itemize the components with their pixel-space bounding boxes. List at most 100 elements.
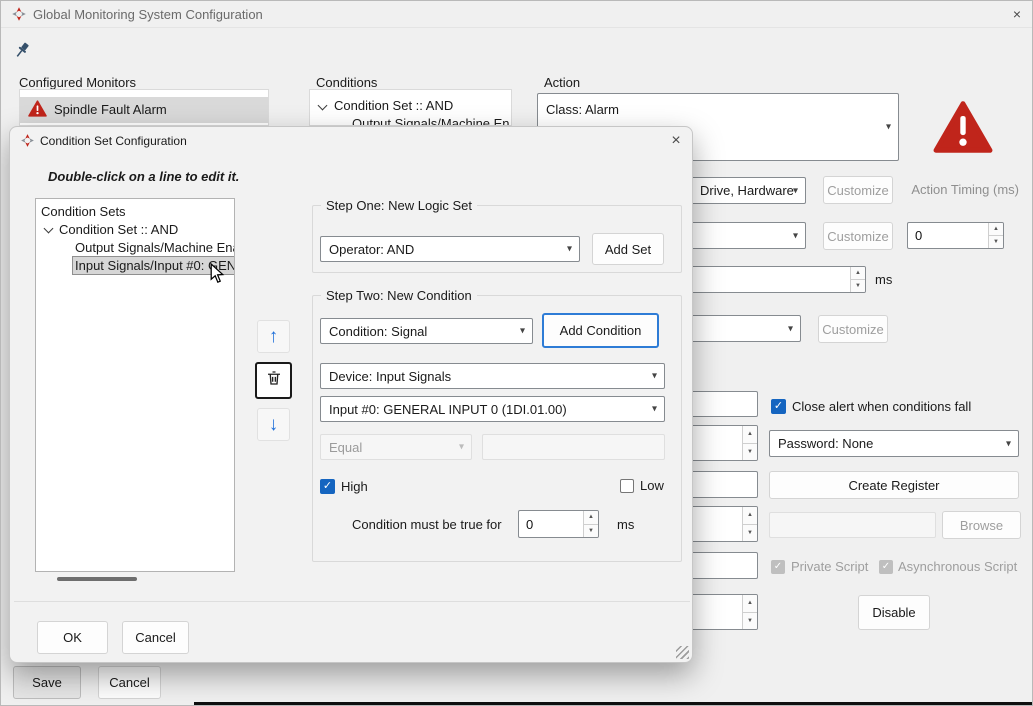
spinner-buttons[interactable]: ▲ ▼ bbox=[742, 507, 757, 541]
ms-label: ms bbox=[875, 272, 892, 287]
comparator-value: Equal bbox=[329, 440, 362, 455]
private-script-label: Private Script bbox=[791, 559, 868, 574]
spinner-value[interactable]: 0 bbox=[519, 511, 583, 537]
monitors-list: Spindle Fault Alarm bbox=[19, 89, 269, 126]
action-timing-spinner[interactable]: 0 ▲ ▼ bbox=[907, 222, 1004, 249]
spin-up-icon[interactable]: ▲ bbox=[743, 426, 757, 444]
dropdown-arrow-icon: ▾ bbox=[1006, 438, 1011, 449]
add-set-button[interactable]: Add Set bbox=[592, 233, 664, 265]
true-for-spinner[interactable]: 0 ▲ ▼ bbox=[518, 510, 599, 538]
condition-set-dialog: Condition Set Configuration × Double-cli… bbox=[9, 126, 693, 663]
dialog-cancel-button[interactable]: Cancel bbox=[122, 621, 189, 654]
spin-up-icon[interactable]: ▲ bbox=[851, 267, 865, 280]
dropdown-arrow-icon: ▾ bbox=[567, 244, 572, 255]
dropdown-arrow-icon: ▾ bbox=[652, 404, 657, 415]
main-window: Global Monitoring System Configuration ×… bbox=[0, 0, 1033, 706]
password-select[interactable]: Password: None ▾ bbox=[769, 430, 1019, 457]
device-value: Device: Input Signals bbox=[329, 369, 451, 384]
tree-root[interactable]: Condition Sets bbox=[41, 204, 126, 219]
dialog-titlebar: Condition Set Configuration × bbox=[10, 127, 693, 155]
condition-tree: Condition Sets Condition Set :: AND Outp… bbox=[35, 198, 235, 572]
main-cancel-button[interactable]: Cancel bbox=[98, 666, 161, 699]
script-path-field bbox=[769, 512, 936, 538]
cancel-label: Cancel bbox=[135, 630, 175, 645]
add-condition-button[interactable]: Add Condition bbox=[542, 313, 659, 348]
spin-down-icon[interactable]: ▼ bbox=[743, 525, 757, 542]
disable-button[interactable]: Disable bbox=[858, 595, 930, 630]
spin-down-icon[interactable]: ▼ bbox=[743, 613, 757, 630]
chevron-down-icon[interactable] bbox=[44, 224, 54, 234]
spinner-value[interactable]: 0 bbox=[908, 223, 988, 248]
down-arrow-icon: ↓ bbox=[269, 415, 279, 434]
spin-up-icon[interactable]: ▲ bbox=[584, 511, 598, 525]
dialog-title: Condition Set Configuration bbox=[40, 127, 187, 155]
window-title: Global Monitoring System Configuration bbox=[33, 1, 263, 28]
chevron-down-icon[interactable] bbox=[318, 101, 328, 111]
tree-item-condition-set[interactable]: Condition Set :: AND bbox=[334, 98, 453, 113]
async-script-checkbox bbox=[879, 560, 893, 574]
tree-condition-set[interactable]: Condition Set :: AND bbox=[59, 222, 178, 237]
comparator-value-field bbox=[482, 434, 665, 460]
move-up-button[interactable]: ↑ bbox=[257, 320, 290, 353]
create-register-button[interactable]: Create Register bbox=[769, 471, 1019, 499]
spinner-buttons[interactable]: ▲ ▼ bbox=[742, 426, 757, 460]
spin-down-icon[interactable]: ▼ bbox=[851, 280, 865, 292]
low-label: Low bbox=[640, 478, 664, 493]
customize-button-1: Customize bbox=[823, 176, 893, 204]
spinner-buttons[interactable]: ▲ ▼ bbox=[583, 511, 598, 537]
resize-grip[interactable] bbox=[676, 646, 689, 659]
dropdown-arrow-icon: ▾ bbox=[793, 230, 798, 241]
private-script-checkbox bbox=[771, 560, 785, 574]
condition-type-select[interactable]: Condition: Signal ▾ bbox=[320, 318, 533, 344]
pin-icon[interactable] bbox=[14, 41, 31, 65]
tree-item-output-signals[interactable]: Output Signals/Machine En bbox=[352, 116, 510, 126]
spin-down-icon[interactable]: ▼ bbox=[989, 236, 1003, 248]
move-down-button[interactable]: ↓ bbox=[257, 408, 290, 441]
delay-spinner[interactable]: ▲ ▼ bbox=[663, 266, 866, 293]
action-class-value: Class: Alarm bbox=[546, 102, 619, 117]
close-alert-label: Close alert when conditions fall bbox=[792, 399, 971, 414]
monitor-list-item[interactable]: Spindle Fault Alarm bbox=[20, 97, 269, 123]
operator-select[interactable]: Operator: AND ▾ bbox=[320, 236, 580, 262]
dropdown-arrow-icon: ▾ bbox=[788, 323, 793, 334]
ok-button[interactable]: OK bbox=[37, 621, 108, 654]
spin-down-icon[interactable]: ▼ bbox=[743, 444, 757, 461]
conditions-label: Conditions bbox=[316, 75, 377, 90]
create-register-label: Create Register bbox=[848, 478, 939, 493]
alarm-warning-icon bbox=[28, 100, 47, 122]
dialog-close-icon[interactable]: × bbox=[662, 127, 690, 155]
save-label: Save bbox=[32, 675, 62, 690]
customize-label: Customize bbox=[827, 183, 888, 198]
tree-hscrollbar-thumb[interactable] bbox=[57, 577, 137, 581]
device-select[interactable]: Device: Input Signals ▾ bbox=[320, 363, 665, 389]
input-signal-select[interactable]: Input #0: GENERAL INPUT 0 (1DI.01.00) ▾ bbox=[320, 396, 665, 422]
trash-icon bbox=[265, 369, 283, 392]
dialog-separator bbox=[14, 601, 690, 602]
comparator-select: Equal ▾ bbox=[320, 434, 472, 460]
save-button[interactable]: Save bbox=[13, 666, 81, 699]
tree-output-signals[interactable]: Output Signals/Machine Ena bbox=[75, 240, 235, 255]
configured-monitors-label: Configured Monitors bbox=[19, 75, 136, 90]
spinner-buttons[interactable]: ▲ ▼ bbox=[988, 223, 1003, 248]
spin-down-icon[interactable]: ▼ bbox=[584, 525, 598, 538]
dropdown-arrow-icon: ▾ bbox=[652, 371, 657, 382]
mouse-cursor bbox=[210, 263, 225, 289]
customize-button-2: Customize bbox=[823, 222, 893, 250]
password-select-value: Password: None bbox=[778, 436, 873, 451]
delete-button[interactable] bbox=[255, 362, 292, 399]
customize-label: Customize bbox=[827, 229, 888, 244]
condition-type-value: Condition: Signal bbox=[329, 324, 427, 339]
up-arrow-icon: ↑ bbox=[269, 327, 279, 346]
spinner-buttons[interactable]: ▲ ▼ bbox=[850, 267, 865, 292]
ms-label: ms bbox=[617, 517, 634, 532]
spin-up-icon[interactable]: ▲ bbox=[989, 223, 1003, 236]
spin-up-icon[interactable]: ▲ bbox=[743, 595, 757, 613]
spinner-buttons[interactable]: ▲ ▼ bbox=[742, 595, 757, 629]
high-checkbox[interactable] bbox=[320, 479, 335, 494]
bottom-strip bbox=[194, 702, 1033, 706]
main-titlebar: Global Monitoring System Configuration × bbox=[1, 1, 1033, 28]
window-close-icon[interactable]: × bbox=[1003, 1, 1031, 28]
low-checkbox[interactable] bbox=[620, 479, 634, 493]
spin-up-icon[interactable]: ▲ bbox=[743, 507, 757, 525]
close-alert-checkbox[interactable] bbox=[771, 399, 786, 414]
